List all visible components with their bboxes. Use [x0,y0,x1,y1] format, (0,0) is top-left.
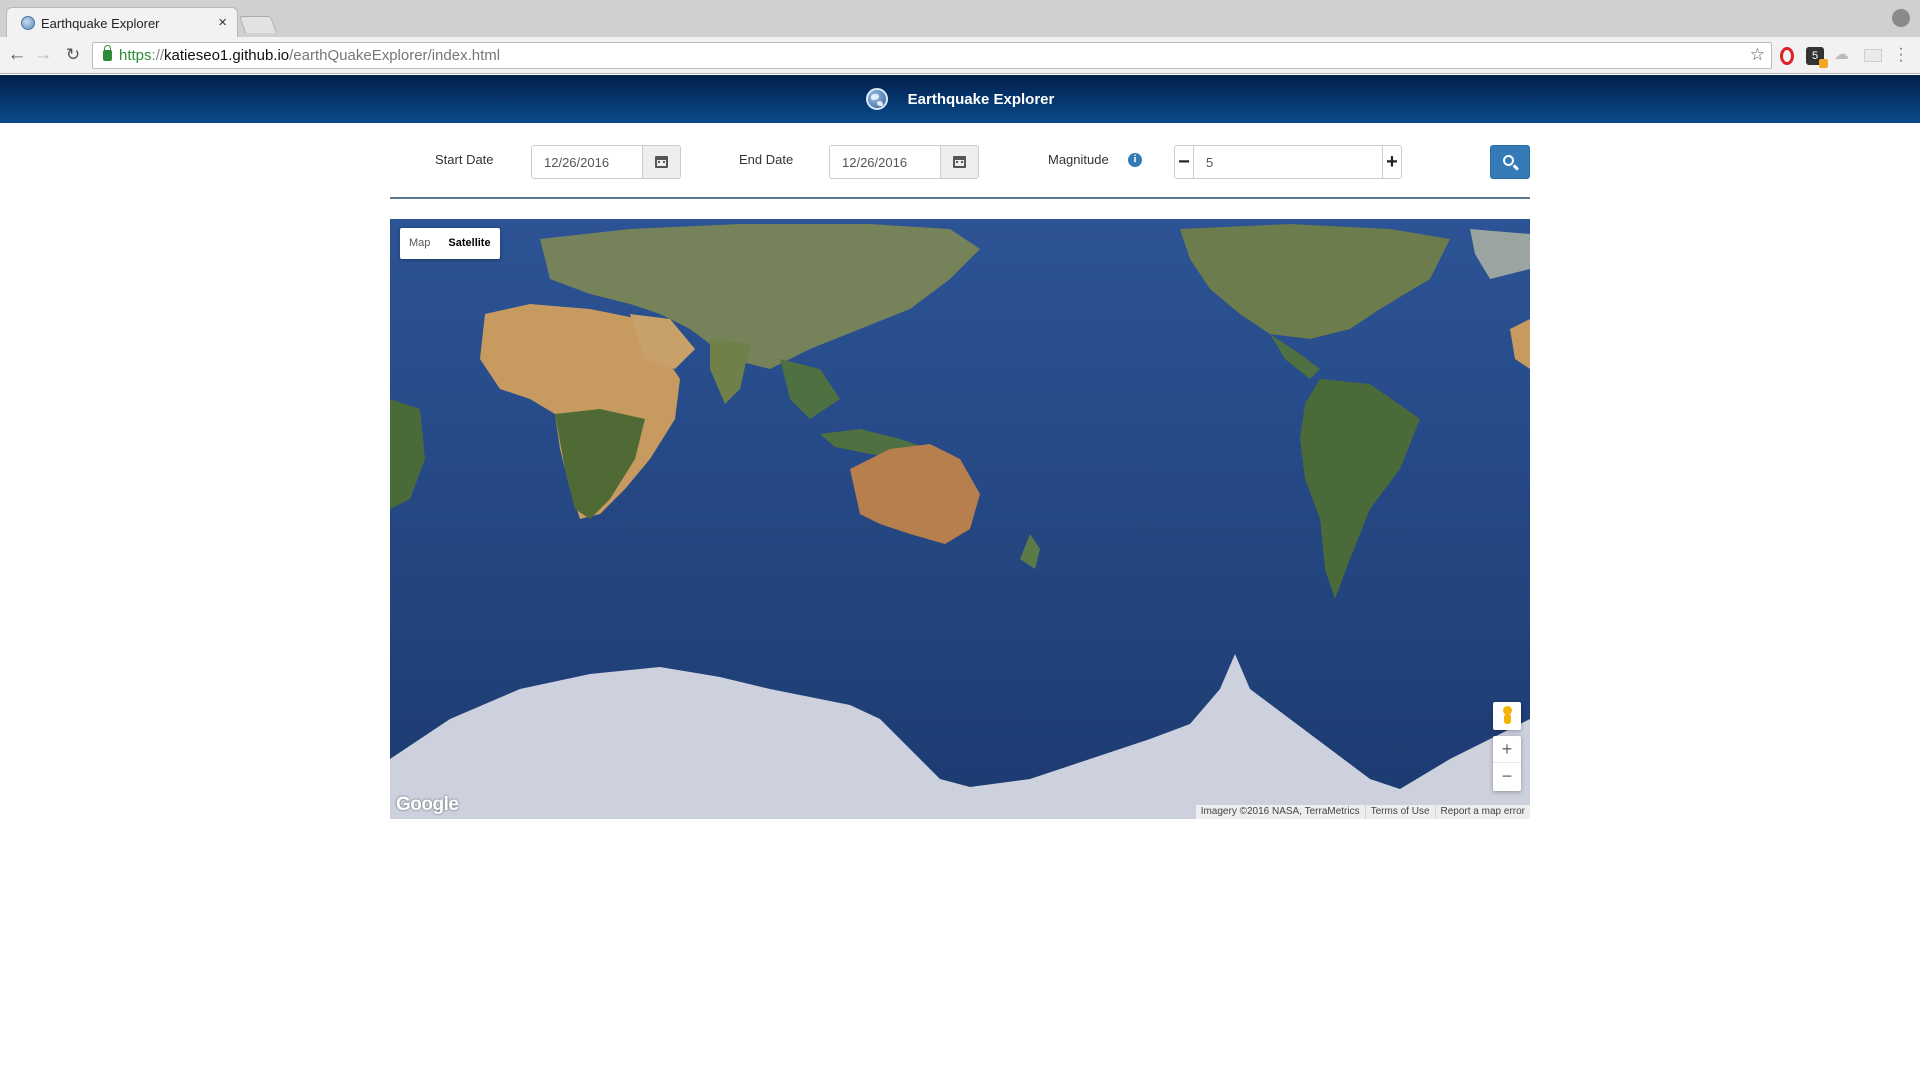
extension-badge-icon[interactable]: 5 [1806,47,1828,68]
calendar-icon [953,156,966,168]
tab-title: Earthquake Explorer [41,16,160,31]
magnitude-label: Magnitude [1048,152,1109,167]
map-attribution: Imagery ©2016 NASA, TerraMetrics Terms o… [1195,805,1530,819]
app-title: Earthquake Explorer [907,90,1055,108]
start-date-calendar-button[interactable] [642,146,680,178]
report-map-error-link[interactable]: Report a map error [1434,805,1530,819]
reload-icon[interactable]: ↻ [60,42,86,68]
browser-menu-icon[interactable]: · · · [1898,41,1904,69]
end-date-calendar-button[interactable] [940,146,978,178]
magnitude-decrease-button[interactable]: − [1175,146,1194,178]
calendar-icon [655,156,668,168]
map-type-satellite-button[interactable]: Satellite [439,228,499,259]
opera-extension-icon[interactable] [1780,47,1794,65]
profile-icon[interactable] [1892,9,1910,27]
zoom-in-button[interactable]: + [1493,736,1521,763]
zoom-control: + − [1493,736,1521,791]
browser-tab[interactable]: Earthquake Explorer × [6,7,238,38]
divider [390,197,1530,199]
back-arrow-icon[interactable]: ← [4,42,30,68]
street-view-button[interactable] [1493,702,1521,730]
browser-toolbar: ← → ↻ https://katieseo1.github.io/earthQ… [0,37,1920,74]
search-button[interactable] [1490,145,1530,179]
browser-tabstrip: Earthquake Explorer × [0,0,1920,38]
tab-close-icon[interactable]: × [218,14,227,31]
imagery-credit: Imagery ©2016 NASA, TerraMetrics [1200,806,1360,817]
start-date-input[interactable] [532,146,642,178]
address-bar[interactable]: https://katieseo1.github.io/earthQuakeEx… [92,42,1772,69]
bookmark-star-icon[interactable]: ☆ [1750,45,1765,65]
cloud-extension-icon[interactable]: ☁ [1834,45,1852,63]
pegman-icon [1503,706,1512,724]
magnitude-stepper: − + [1174,145,1402,179]
magnitude-increase-button[interactable]: + [1382,146,1401,178]
end-date-input[interactable] [830,146,940,178]
map-type-control: Map Satellite [400,228,500,259]
new-tab-button[interactable] [238,16,278,33]
zoom-out-button[interactable]: − [1493,763,1521,790]
terms-of-use-link[interactable]: Terms of Use [1364,805,1435,819]
globe-icon [865,88,888,110]
google-logo: Google [396,794,459,815]
end-date-group [829,145,979,179]
forward-arrow-icon[interactable]: → [30,42,56,68]
app-header: Earthquake Explorer [0,75,1920,123]
map-type-map-button[interactable]: Map [400,228,439,259]
magnitude-input[interactable] [1194,146,1382,178]
end-date-label: End Date [739,152,794,167]
search-icon [1503,155,1514,166]
map-canvas[interactable]: Map Satellite + − Google Imagery ©2016 N… [390,219,1530,819]
start-date-label: Start Date [435,152,494,167]
lock-icon [103,45,112,61]
info-icon[interactable]: i [1128,153,1142,167]
search-controls: Start Date End Date Magnitude i − + [390,143,1530,183]
globe-favicon-icon [21,16,35,30]
extension-box-icon[interactable] [1864,49,1882,62]
start-date-group [531,145,681,179]
page: Earthquake Explorer Start Date End Date … [0,75,1920,1080]
url-text: https://katieseo1.github.io/earthQuakeEx… [119,47,501,64]
satellite-imagery [390,219,1530,819]
